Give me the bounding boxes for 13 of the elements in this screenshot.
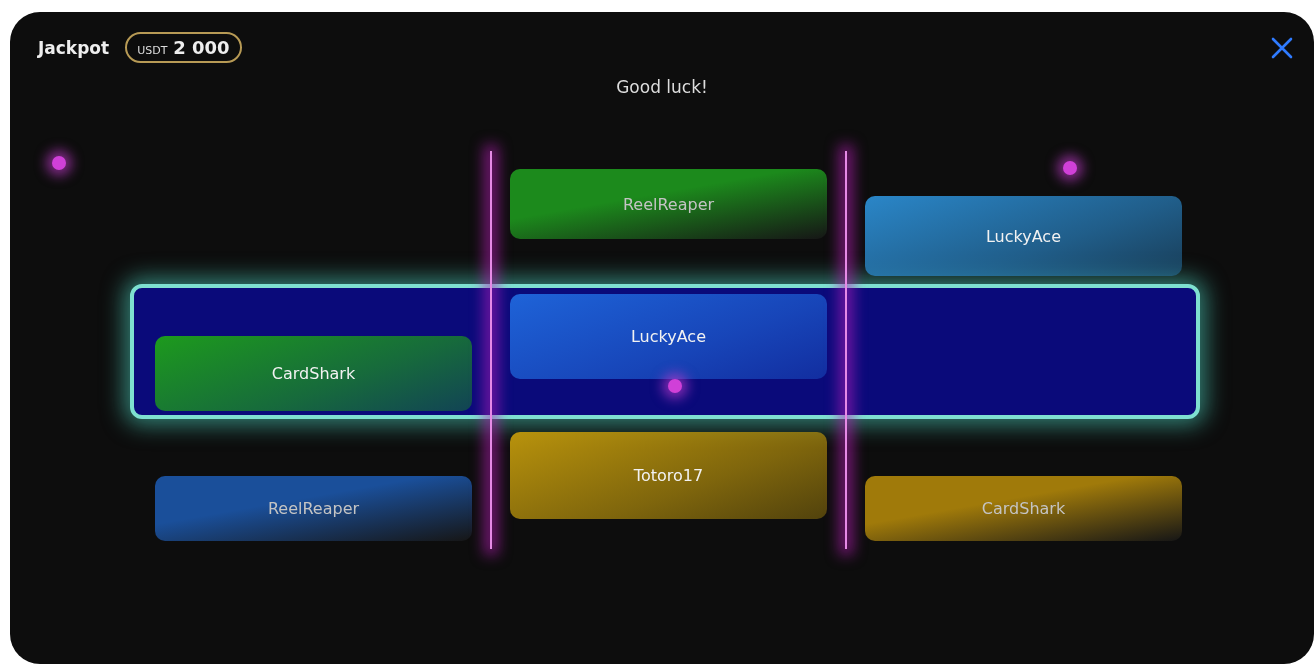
jackpot-title: Jackpot — [38, 37, 110, 58]
status-message: Good luck! — [615, 77, 709, 97]
reel-card: CardShark — [865, 476, 1182, 541]
jackpot-amount-badge: USDT 2 000 — [125, 32, 242, 63]
reel-card: LuckyAce — [510, 294, 827, 379]
glow-dot — [1063, 161, 1077, 175]
close-icon[interactable] — [1270, 35, 1294, 60]
reel-card: LuckyAce — [865, 196, 1182, 276]
reel-card: Totoro17 — [510, 432, 827, 519]
glow-dot — [52, 156, 66, 170]
reel-card: ReelReaper — [155, 476, 472, 541]
reel-card: ReelReaper — [510, 169, 827, 239]
reel-card: CardShark — [155, 336, 472, 411]
